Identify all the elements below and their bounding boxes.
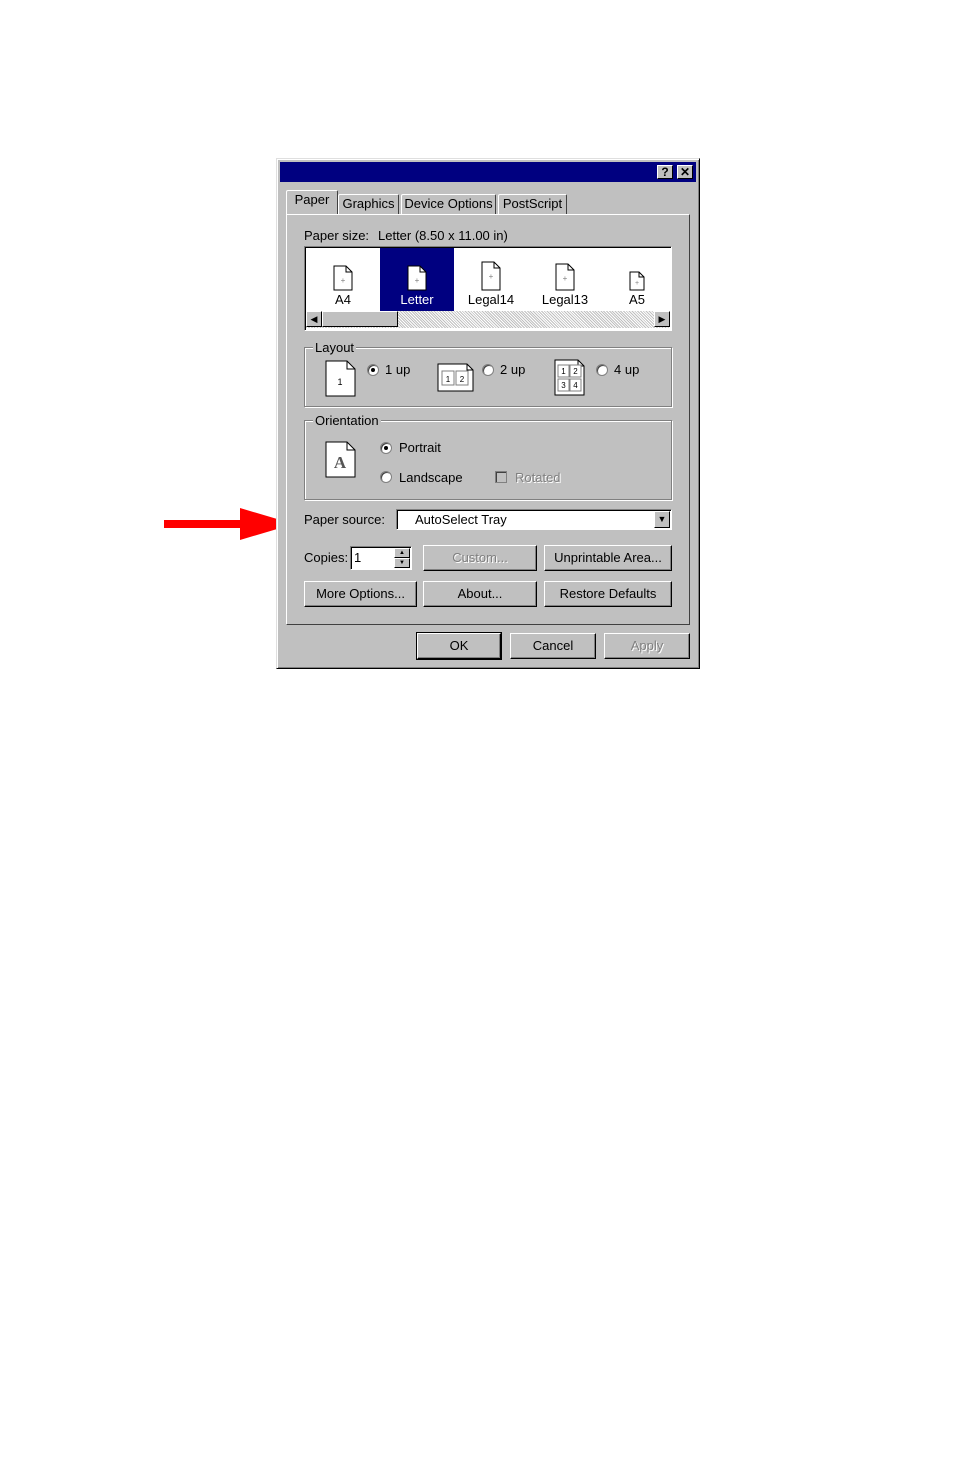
svg-text:+: + xyxy=(415,276,420,285)
copies-label: Copies: xyxy=(304,550,349,565)
apply-button[interactable]: Apply xyxy=(604,633,690,659)
tab-paper[interactable]: Paper xyxy=(286,190,338,214)
paper-item-legal13[interactable]: + Legal13 xyxy=(528,248,602,311)
landscape-label: Landscape xyxy=(399,470,463,485)
arrow-left-icon: ◀ xyxy=(310,314,318,324)
layout-1up-radio[interactable] xyxy=(367,364,379,376)
svg-text:2: 2 xyxy=(460,375,465,384)
title-bar: ? ✕ xyxy=(280,162,696,182)
tab-postscript[interactable]: PostScript xyxy=(498,194,567,214)
paper-tab-panel: Paper size: Letter (8.50 x 11.00 in) + A… xyxy=(286,214,690,625)
svg-text:A: A xyxy=(334,453,347,472)
paper-source-select[interactable]: AutoSelect Tray ▼ xyxy=(396,509,672,530)
svg-text:1: 1 xyxy=(561,367,566,376)
page-icon: + xyxy=(629,271,645,291)
arrow-up-icon: ▲ xyxy=(399,550,405,556)
stepper-up-button[interactable]: ▲ xyxy=(394,548,410,558)
paper-source-label: Paper source: xyxy=(304,512,385,527)
copies-stepper[interactable]: ▲ ▼ xyxy=(394,548,410,568)
layout-4up-radio[interactable] xyxy=(596,364,608,376)
svg-text:3: 3 xyxy=(561,381,566,390)
svg-text:2: 2 xyxy=(573,367,578,376)
paper-size-list[interactable]: + A4 + Letter + Legal14 + Legal13 + A5 ◀ xyxy=(304,246,672,331)
close-button[interactable]: ✕ xyxy=(677,165,693,179)
orientation-preview-icon: A xyxy=(325,441,356,478)
print-properties-dialog: ? ✕ Paper Graphics Device Options PostSc… xyxy=(276,158,700,669)
layout-2up-radio[interactable] xyxy=(482,364,494,376)
scroll-left-button[interactable]: ◀ xyxy=(306,311,322,327)
svg-text:+: + xyxy=(635,280,639,287)
svg-text:4: 4 xyxy=(573,381,578,390)
paper-source-value: AutoSelect Tray xyxy=(415,512,507,527)
layout-group-label: Layout xyxy=(313,340,357,355)
page-icon: + xyxy=(555,263,575,291)
arrow-down-icon: ▼ xyxy=(399,560,405,566)
about-button[interactable]: About... xyxy=(423,581,537,607)
layout-4up-icon: 1 2 3 4 xyxy=(554,359,585,396)
svg-text:+: + xyxy=(341,276,346,285)
svg-text:1: 1 xyxy=(337,377,342,387)
paper-size-value: Letter (8.50 x 11.00 in) xyxy=(378,228,508,243)
copies-value: 1 xyxy=(354,550,362,565)
layout-1up-label: 1 up xyxy=(385,362,411,377)
orientation-group: Orientation A Portrait Landscape Rotated xyxy=(304,413,672,500)
arrow-right-icon: ▶ xyxy=(658,314,666,324)
rotated-checkbox[interactable] xyxy=(495,471,507,483)
help-button[interactable]: ? xyxy=(657,165,673,179)
paper-item-a4[interactable]: + A4 xyxy=(306,248,380,311)
scroll-right-button[interactable]: ▶ xyxy=(654,311,670,327)
layout-4up-label: 4 up xyxy=(614,362,640,377)
unprintable-area-button[interactable]: Unprintable Area... xyxy=(544,545,672,571)
stepper-down-button[interactable]: ▼ xyxy=(394,558,410,568)
more-options-button[interactable]: More Options... xyxy=(304,581,417,607)
dropdown-button[interactable]: ▼ xyxy=(654,511,670,528)
layout-1up-icon: 1 xyxy=(325,360,356,397)
portrait-label: Portrait xyxy=(399,440,441,455)
layout-2up-icon: 1 2 xyxy=(437,363,474,392)
orientation-group-label: Orientation xyxy=(313,413,381,428)
close-icon: ✕ xyxy=(679,165,691,179)
chevron-down-icon: ▼ xyxy=(657,514,667,524)
ok-button[interactable]: OK xyxy=(416,632,502,660)
horizontal-scrollbar[interactable]: ◀ ▶ xyxy=(306,311,670,328)
svg-text:+: + xyxy=(489,272,494,281)
copies-input[interactable]: 1 ▲ ▼ xyxy=(350,546,412,570)
page-icon: + xyxy=(333,265,353,291)
page-icon: + xyxy=(481,261,501,291)
tab-graphics[interactable]: Graphics xyxy=(338,194,399,214)
paper-item-letter[interactable]: + Letter xyxy=(380,248,454,311)
paper-item-legal14[interactable]: + Legal14 xyxy=(454,248,528,311)
svg-text:+: + xyxy=(563,274,568,283)
cancel-button[interactable]: Cancel xyxy=(510,633,596,659)
paper-item-a5[interactable]: + A5 xyxy=(602,248,672,311)
landscape-radio[interactable] xyxy=(380,471,392,483)
page-icon: + xyxy=(407,265,427,291)
svg-text:1: 1 xyxy=(446,375,451,384)
tab-device-options[interactable]: Device Options xyxy=(401,194,496,214)
layout-2up-label: 2 up xyxy=(500,362,526,377)
custom-button[interactable]: Custom... xyxy=(423,545,537,571)
paper-size-label: Paper size: xyxy=(304,228,370,243)
help-icon: ? xyxy=(661,165,669,179)
layout-group: Layout 1 1 up 1 2 2 up 1 2 3 4 4 up xyxy=(304,340,672,407)
portrait-radio[interactable] xyxy=(380,442,392,454)
scrollbar-thumb[interactable] xyxy=(322,311,398,327)
restore-defaults-button[interactable]: Restore Defaults xyxy=(544,581,672,607)
rotated-label: Rotated xyxy=(515,470,561,485)
